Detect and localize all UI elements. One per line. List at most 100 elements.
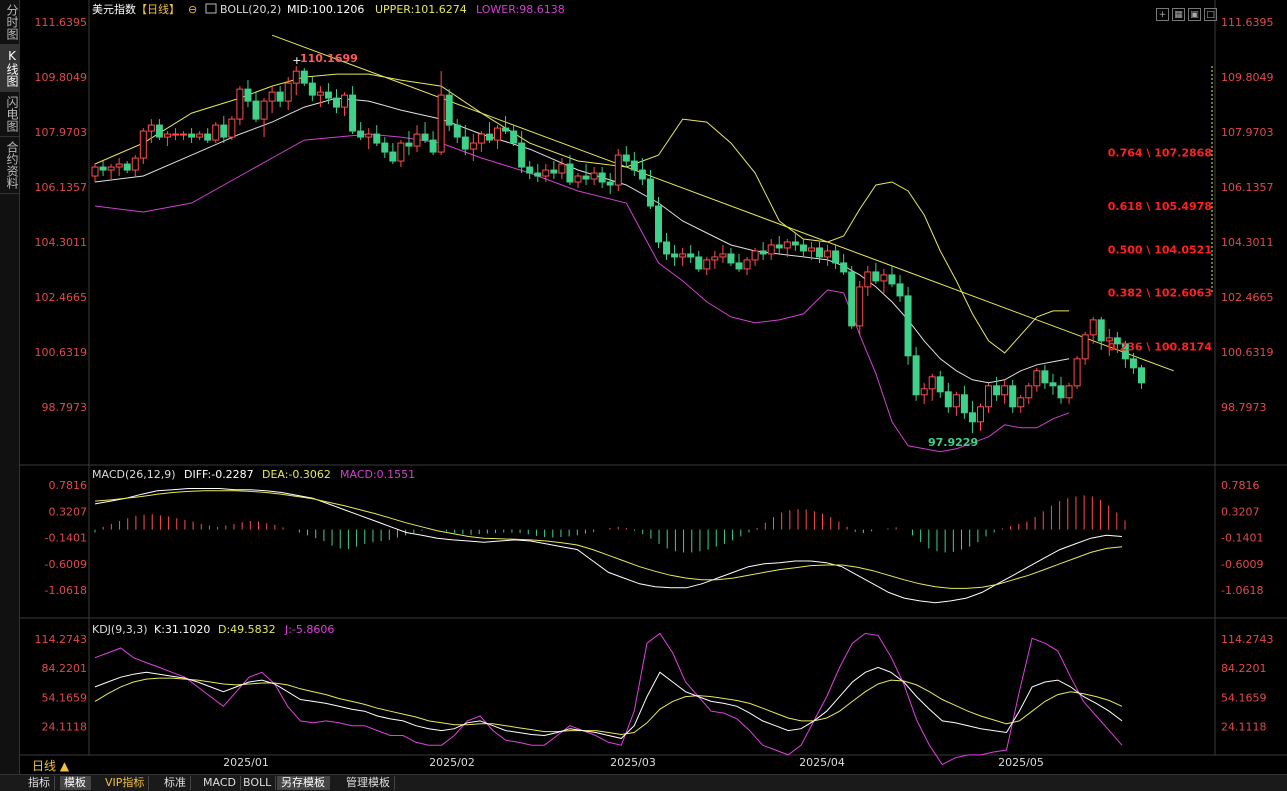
- instrument-name: 美元指数: [92, 2, 136, 16]
- collapse-icon[interactable]: ⊖: [188, 3, 197, 16]
- candle-body: [1017, 397, 1025, 408]
- candle-body: [300, 70, 308, 84]
- bottom-toolbar: 日线 ▲ 指标 模板 VIP指标 标准 MACD BOLL 另存模板 管理模板: [0, 758, 1287, 791]
- candle-body: [759, 250, 767, 255]
- chart-frame: [19, 0, 1287, 756]
- candle-body: [107, 166, 115, 171]
- candle-body: [558, 163, 566, 174]
- candle-body: [912, 355, 920, 396]
- candle-body: [783, 241, 791, 249]
- candle-body: [638, 169, 646, 180]
- candle-body: [614, 154, 622, 186]
- candle-body: [711, 256, 719, 261]
- candle-body: [671, 253, 679, 258]
- period-button[interactable]: 日线 ▲: [22, 758, 88, 774]
- candle-body: [461, 136, 469, 150]
- price-tick-left: 107.9703: [35, 126, 88, 139]
- candle-body: [824, 250, 832, 258]
- candle-body: [904, 295, 912, 357]
- candle-body: [341, 94, 349, 108]
- candle-body: [397, 142, 405, 162]
- high-price-label: 110.1699: [300, 52, 358, 65]
- candle-body: [703, 259, 711, 270]
- candle-body: [735, 262, 743, 270]
- candle-body: [421, 133, 429, 141]
- indicator-icon[interactable]: [205, 3, 217, 14]
- price-tick-right: 100.6319: [1221, 346, 1274, 359]
- candle-body: [155, 124, 163, 138]
- candle-body: [236, 88, 244, 120]
- macd-tick-left: -0.6009: [45, 558, 87, 571]
- layout-icon[interactable]: ▦: [1172, 8, 1185, 21]
- candle-body: [832, 250, 840, 264]
- candle-body: [349, 94, 357, 132]
- kdj-k-line: [94, 666, 1123, 739]
- candle-body: [920, 388, 928, 396]
- tab-indicator[interactable]: 指标: [24, 776, 55, 790]
- candle-body: [1033, 370, 1041, 387]
- candle-body: [244, 88, 252, 102]
- candle-body: [172, 133, 179, 136]
- low-price-label: 97.9229: [928, 436, 978, 449]
- date-tick: 2025/05: [998, 756, 1044, 769]
- tab-manage-template[interactable]: 管理模板: [342, 776, 395, 790]
- price-tick-left: 106.1357: [35, 181, 88, 194]
- candle-body: [944, 391, 952, 408]
- price-tick-right: 102.4665: [1221, 291, 1274, 304]
- tab-macd[interactable]: MACD: [199, 776, 241, 790]
- candle-body: [799, 244, 807, 252]
- candle-body: [357, 130, 365, 138]
- restore-icon[interactable]: ▣: [1188, 8, 1201, 21]
- tab-vip-indicator[interactable]: VIP指标: [101, 776, 150, 790]
- candle-body: [115, 163, 123, 168]
- candle-body: [655, 205, 662, 243]
- candle-body: [324, 91, 332, 99]
- candle-body: [445, 94, 453, 126]
- candle-body: [1057, 385, 1065, 399]
- candle-body: [268, 91, 276, 102]
- candle-body: [622, 154, 630, 162]
- chart-canvas[interactable]: 美元指数【日线】 ⊖ BOLL(20,2) MID:100.1206 UPPER…: [0, 0, 1287, 774]
- tab-template[interactable]: 模板: [60, 776, 91, 790]
- price-tick-left: 100.6319: [35, 346, 88, 359]
- candle-body: [574, 175, 582, 183]
- candle-body: [204, 133, 212, 141]
- kdj-tick-right: 84.2201: [1221, 662, 1267, 675]
- candle-body: [381, 142, 389, 153]
- boll-mid: MID:100.1206: [287, 3, 364, 16]
- tab-boll[interactable]: BOLL: [239, 776, 277, 790]
- boll-label: BOLL(20,2): [220, 3, 281, 16]
- candle-body: [542, 169, 550, 177]
- maximize-icon[interactable]: □: [1204, 8, 1217, 21]
- candle-body: [502, 127, 510, 132]
- candle-body: [333, 97, 340, 108]
- candle-body: [1049, 382, 1057, 387]
- candle-body: [1009, 385, 1017, 408]
- kdj-tick-left: 114.2743: [35, 633, 88, 646]
- candle-body: [453, 124, 461, 138]
- svg-text:美元指数【日线】: 美元指数【日线】: [92, 2, 180, 16]
- crosshair-icon[interactable]: +: [1156, 8, 1169, 21]
- period-tag: 【日线】: [136, 2, 180, 16]
- tab-standard[interactable]: 标准: [160, 776, 191, 790]
- candle-body: [928, 376, 936, 390]
- candle-body: [260, 100, 268, 120]
- candle-body: [1065, 385, 1073, 399]
- candle-body: [91, 166, 99, 177]
- candle-body: [365, 133, 373, 138]
- candle-body: [743, 259, 751, 270]
- candle-body: [99, 166, 107, 171]
- kdj-tick-right: 54.1659: [1221, 691, 1267, 704]
- date-tick: 2025/04: [799, 756, 845, 769]
- fib-level-label: 0.764 \ 107.2868: [1108, 146, 1212, 159]
- window-controls: + ▦ ▣ □: [1153, 2, 1217, 21]
- macd-tick-right: 0.7816: [1221, 479, 1260, 492]
- fib-level-label: 0.382 \ 102.6063: [1108, 287, 1212, 300]
- price-tick-left: 102.4665: [35, 291, 88, 304]
- tab-save-template[interactable]: 另存模板: [277, 776, 330, 790]
- boll-mid-line: [94, 97, 1070, 384]
- candle-body: [960, 394, 968, 414]
- candle-body: [856, 286, 864, 327]
- candle-body: [807, 247, 815, 252]
- candle-body: [968, 412, 976, 423]
